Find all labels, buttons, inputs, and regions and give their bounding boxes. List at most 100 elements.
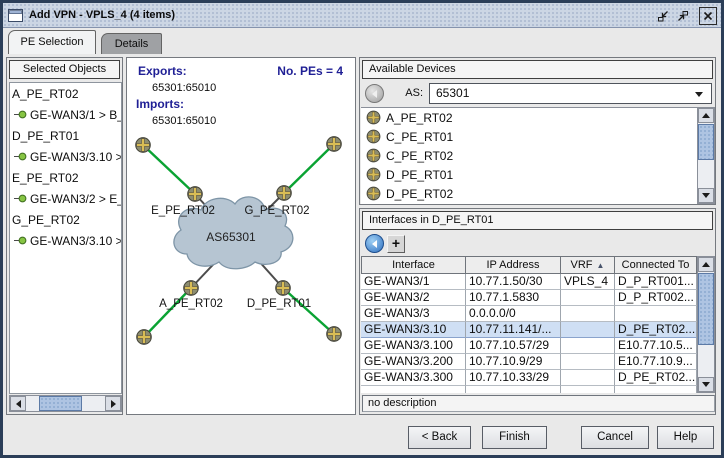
scroll-up-button[interactable] <box>698 257 714 272</box>
table-cell: GE-WAN3/1 <box>361 274 466 290</box>
table-row[interactable]: GE-WAN3/2 10.77.1.5830 D_P_RT002... <box>361 290 697 306</box>
scroll-up-button[interactable] <box>698 108 714 123</box>
left-arrow-icon <box>372 90 377 98</box>
table-cell <box>615 386 697 393</box>
table-cell: GE-WAN3/3.10 <box>361 322 466 338</box>
tree-node-icon <box>14 193 27 204</box>
vertical-scrollbar[interactable] <box>697 256 715 393</box>
as-cloud-label: AS65301 <box>206 230 256 244</box>
device-list-item[interactable]: E_PE_RT01 <box>361 203 697 204</box>
column-header-ip[interactable]: IP Address <box>466 256 561 274</box>
table-cell: 0.0.0.0/0 <box>466 306 561 322</box>
tree-item-label: GE-WAN3/2 > E_I <box>30 192 121 206</box>
help-button[interactable]: Help <box>657 426 714 449</box>
tree-item-device[interactable]: E_PE_RT02 <box>10 167 121 188</box>
add-interface-button[interactable]: + <box>387 235 405 253</box>
device-list-item[interactable]: A_PE_RT02 <box>361 108 697 127</box>
available-devices-panel: Available Devices AS: 65301 A_PE_RT02 C_… <box>359 57 716 205</box>
column-label: Connected To <box>622 259 690 271</box>
table-cell: D_PE_RT02... <box>615 322 697 338</box>
edge-router-node[interactable] <box>136 138 151 153</box>
table-row[interactable]: GE-WAN3/3 0.0.0.0/0 <box>361 306 697 322</box>
device-label: C_PE_RT01 <box>386 130 453 144</box>
back-button[interactable]: < Back <box>408 426 471 449</box>
column-header-connected[interactable]: Connected To <box>615 256 697 274</box>
combobox-dropdown-icon <box>695 92 703 97</box>
selected-objects-header[interactable]: Selected Objects <box>9 60 120 79</box>
pe-router-node-e[interactable] <box>188 187 203 202</box>
column-header-vrf[interactable]: VRF▲ <box>561 256 615 274</box>
topology-panel: E_PE_RT02 G_PE_RT02 A_PE_RT02 D_PE_RT01 … <box>126 57 356 415</box>
edge-router-node[interactable] <box>137 330 152 345</box>
table-row[interactable]: GE-WAN3/3.300 10.77.10.33/29 D_PE_RT02..… <box>361 370 697 386</box>
tab-details[interactable]: Details <box>101 33 162 54</box>
minimize-icon[interactable] <box>655 8 671 24</box>
table-cell: GE-WAN3/3.200 <box>361 354 466 370</box>
scroll-down-button[interactable] <box>698 188 714 203</box>
tab-pe-selection[interactable]: PE Selection <box>8 30 96 54</box>
table-cell: D_PE_RT02... <box>615 370 697 386</box>
tree-item-interface[interactable]: GE-WAN3/1 > B_I <box>10 104 121 125</box>
device-list-item[interactable]: D_PE_RT02 <box>361 184 697 203</box>
column-header-interface[interactable]: Interface <box>361 256 466 274</box>
device-list-item[interactable]: D_PE_RT01 <box>361 165 697 184</box>
table-cell: 10.77.10.57/29 <box>466 338 561 354</box>
as-combobox[interactable]: 65301 <box>429 83 712 104</box>
cancel-button[interactable]: Cancel <box>581 426 649 449</box>
interfaces-header: Interfaces in D_PE_RT01 <box>362 211 713 230</box>
tree-item-interface[interactable]: GE-WAN3/3.10 > <box>10 230 121 251</box>
tree-item-device[interactable]: G_PE_RT02 <box>10 209 121 230</box>
scroll-left-button[interactable] <box>10 396 26 411</box>
tree-item-device[interactable]: D_PE_RT01 <box>10 125 121 146</box>
table-cell: 10.77.10.9/29 <box>466 354 561 370</box>
green-link <box>284 144 334 193</box>
table-cell: D_P_RT001... <box>615 274 697 290</box>
finish-button[interactable]: Finish <box>482 426 547 449</box>
scroll-down-button[interactable] <box>698 377 714 392</box>
tree-item-label: D_PE_RT01 <box>12 129 79 143</box>
pe-router-node-d[interactable] <box>276 281 291 296</box>
maximize-icon[interactable] <box>675 8 691 24</box>
as-label: AS: <box>393 87 423 99</box>
table-cell: 10.77.1.50/30 <box>466 274 561 290</box>
horizontal-scrollbar[interactable] <box>9 395 122 412</box>
tree-item-interface[interactable]: GE-WAN3/2 > E_I <box>10 188 121 209</box>
table-cell: GE-WAN3/3 <box>361 306 466 322</box>
table-cell: VPLS_4 <box>561 274 615 290</box>
edge-router-node[interactable] <box>327 137 342 152</box>
table-cell <box>466 386 561 393</box>
vertical-scrollbar[interactable] <box>697 107 715 204</box>
scrollbar-thumb[interactable] <box>698 273 714 345</box>
table-row[interactable]: GE-WAN3/3.200 10.77.10.9/29 E10.77.10.9.… <box>361 354 697 370</box>
table-row-partial[interactable] <box>361 386 697 393</box>
table-cell: E10.77.10.5... <box>615 338 697 354</box>
pe-router-node-a[interactable] <box>184 281 199 296</box>
table-row-selected[interactable]: GE-WAN3/3.10 10.77.11.141/... D_PE_RT02.… <box>361 322 697 338</box>
as-combobox-value: 65301 <box>436 86 469 100</box>
device-list-item[interactable]: C_PE_RT01 <box>361 127 697 146</box>
table-cell: GE-WAN3/3.300 <box>361 370 466 386</box>
scrollbar-thumb[interactable] <box>698 124 714 160</box>
topology-canvas: E_PE_RT02 G_PE_RT02 A_PE_RT02 D_PE_RT01 … <box>127 58 355 414</box>
scroll-right-button[interactable] <box>105 396 121 411</box>
table-row[interactable]: GE-WAN3/3.100 10.77.10.57/29 E10.77.10.5… <box>361 338 697 354</box>
scrollbar-thumb[interactable] <box>39 396 82 411</box>
table-cell: 10.77.10.33/29 <box>466 370 561 386</box>
imports-value: 65301:65010 <box>152 115 216 127</box>
tree-item-interface[interactable]: GE-WAN3/3.10 > <box>10 146 121 167</box>
table-cell <box>561 338 615 354</box>
description-bar: no description <box>362 395 715 412</box>
as-back-button[interactable] <box>365 84 384 103</box>
device-label: D_PE_RT02 <box>386 187 453 201</box>
pe-router-node-g[interactable] <box>277 186 292 201</box>
table-row[interactable]: GE-WAN3/1 10.77.1.50/30 VPLS_4 D_P_RT001… <box>361 274 697 290</box>
tree-item-device[interactable]: A_PE_RT02 <box>10 83 121 104</box>
router-icon <box>366 129 381 144</box>
device-list-item[interactable]: C_PE_RT02 <box>361 146 697 165</box>
interfaces-back-button[interactable] <box>365 234 384 253</box>
selected-objects-tree: A_PE_RT02 GE-WAN3/1 > B_I D_PE_RT01 GE-W… <box>9 82 122 394</box>
edge-router-node[interactable] <box>327 327 342 342</box>
interfaces-table-body: GE-WAN3/1 10.77.1.50/30 VPLS_4 D_P_RT001… <box>361 274 697 393</box>
title-bar[interactable]: Add VPN - VPLS_4 (4 items) <box>3 3 721 28</box>
close-icon[interactable] <box>699 7 717 25</box>
